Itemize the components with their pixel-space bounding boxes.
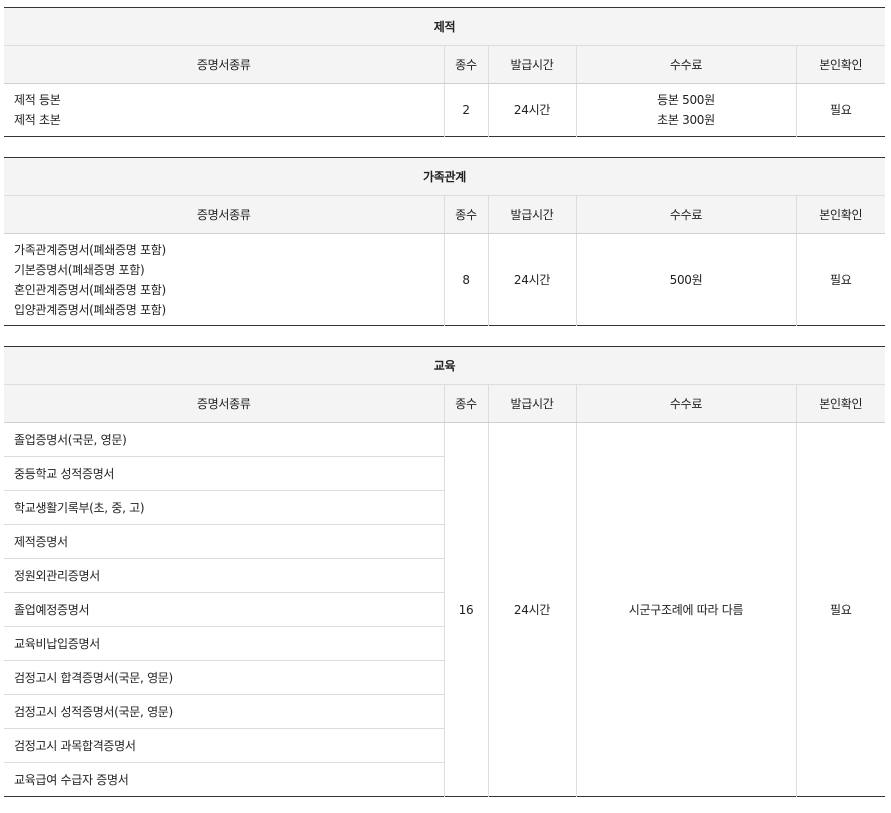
certificate-item: 제적 등본 (14, 93, 61, 107)
count-cell: 2 (443, 83, 488, 137)
time-cell: 24시간 (487, 83, 576, 137)
table-family: 가족관계 증명서종류 종수 발급시간 수수료 본인확인 가족관계증명서(폐쇄증명… (4, 157, 885, 326)
column-header-verify: 본인확인 (795, 384, 885, 423)
certificate-item: 중등학교 성적증명서 (4, 456, 444, 491)
certificate-list: 가족관계증명서(폐쇄증명 포함) 기본증명서(폐쇄증명 포함) 혼인관계증명서(… (4, 234, 444, 326)
certificate-item: 검정고시 성적증명서(국문, 영문) (4, 694, 444, 729)
column-header-count: 종수 (443, 195, 488, 234)
verify-cell: 필요 (795, 83, 885, 137)
time-cell: 24시간 (487, 233, 576, 326)
certificate-item: 제적증명서 (4, 524, 444, 559)
certificate-item: 교육비납입증명서 (4, 626, 444, 661)
column-header-type: 증명서종류 (4, 45, 444, 84)
count-cell: 8 (443, 233, 488, 326)
certificate-item: 졸업예정증명서 (4, 592, 444, 627)
certificate-item: 교육급여 수급자 증명서 (14, 772, 129, 787)
section-title: 가족관계 (4, 157, 885, 196)
column-header-verify: 본인확인 (795, 45, 885, 84)
table-education: 교육 증명서종류 종수 발급시간 수수료 본인확인 졸업증명서(국문, 영문) … (4, 346, 885, 797)
certificate-item: 제적 초본 (14, 113, 61, 127)
column-header-count: 종수 (443, 384, 488, 423)
column-header-time: 발급시간 (487, 45, 576, 84)
verify-cell: 필요 (795, 422, 885, 797)
certificate-item: 혼인관계증명서(폐쇄증명 포함) (14, 282, 166, 297)
certificate-item: 졸업증명서(국문, 영문) (4, 422, 444, 457)
column-header-type: 증명서종류 (4, 384, 444, 423)
certificate-item: 학교생활기록부(초, 중, 고) (4, 490, 444, 525)
column-header-count: 종수 (443, 45, 488, 84)
certificate-tables: 제적 증명서종류 종수 발급시간 수수료 본인확인 제적 등본 제적 초본 2 … (0, 0, 885, 797)
column-header-fee: 수수료 (575, 195, 796, 234)
time-cell: 24시간 (487, 422, 576, 797)
column-header-fee: 수수료 (575, 45, 796, 84)
column-header-type: 증명서종류 (4, 195, 444, 234)
fee-line: 초본 300원 (657, 113, 715, 127)
certificate-item: 검정고시 과목합격증명서 (4, 728, 444, 763)
fee-line: 등본 500원 (657, 93, 715, 107)
count-cell: 16 (443, 422, 488, 797)
certificate-item: 기본증명서(폐쇄증명 포함) (14, 262, 145, 277)
fee-cell: 등본 500원 초본 300원 (575, 83, 796, 137)
column-header-fee: 수수료 (575, 384, 796, 423)
section-title: 교육 (4, 346, 885, 385)
certificate-item: 검정고시 합격증명서(국문, 영문) (4, 660, 444, 695)
column-header-time: 발급시간 (487, 384, 576, 423)
table-row: 졸업증명서(국문, 영문) 16 24시간 시군구조례에 따라 다름 필요 (4, 422, 885, 797)
table-row: 제적 등본 제적 초본 2 24시간 등본 500원 초본 300원 필요 (4, 83, 885, 137)
fee-cell: 500원 (575, 233, 796, 326)
certificate-item: 가족관계증명서(폐쇄증명 포함) (14, 242, 166, 257)
fee-cell: 시군구조례에 따라 다름 (575, 422, 796, 797)
certificate-list: 제적 등본 제적 초본 (4, 84, 444, 137)
verify-cell: 필요 (795, 233, 885, 326)
table-row: 가족관계증명서(폐쇄증명 포함) 기본증명서(폐쇄증명 포함) 혼인관계증명서(… (4, 233, 885, 326)
section-title: 제적 (4, 7, 885, 46)
certificate-item: 입양관계증명서(폐쇄증명 포함) (14, 302, 166, 317)
certificate-item: 정원외관리증명서 (4, 558, 444, 593)
column-header-time: 발급시간 (487, 195, 576, 234)
column-header-verify: 본인확인 (795, 195, 885, 234)
table-jejeok: 제적 증명서종류 종수 발급시간 수수료 본인확인 제적 등본 제적 초본 2 … (4, 7, 885, 137)
